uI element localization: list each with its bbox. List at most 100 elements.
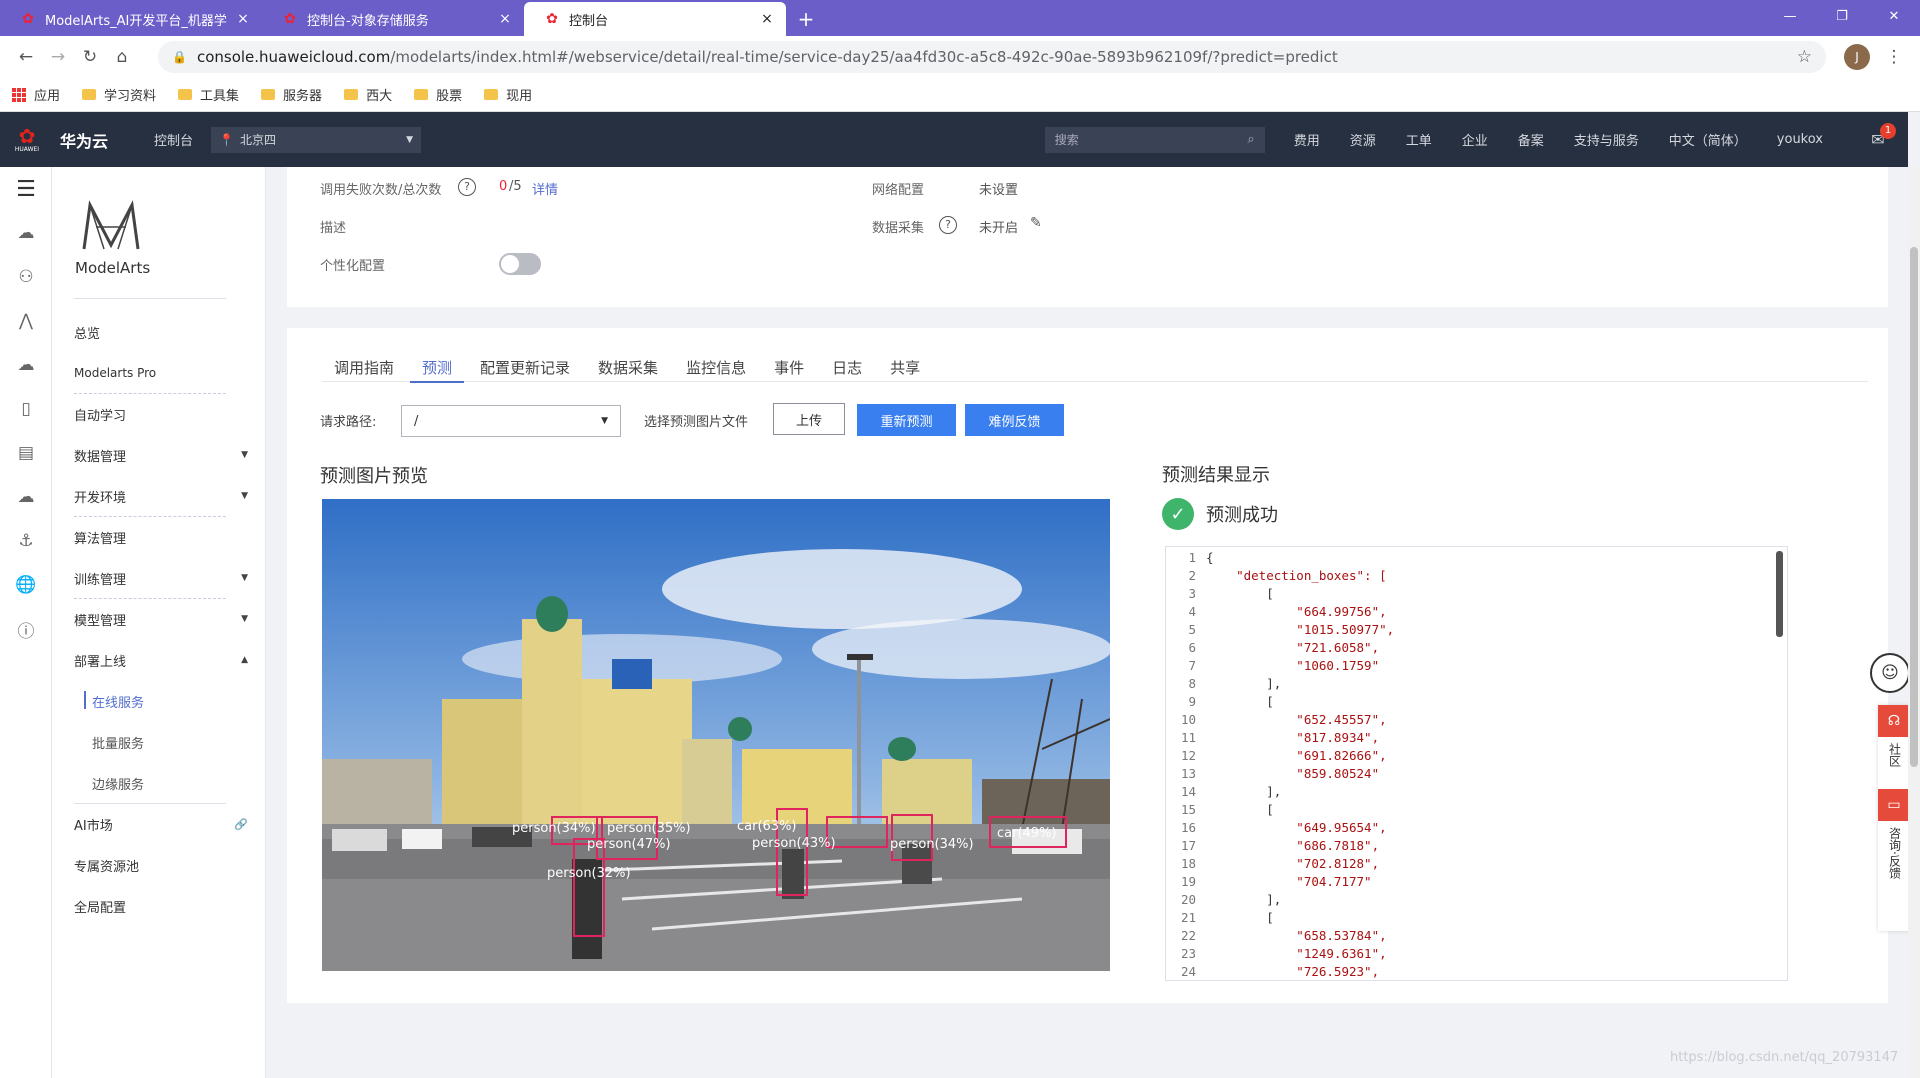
back-icon[interactable]: ← — [10, 41, 42, 73]
help-icon[interactable]: ? — [458, 178, 476, 196]
float-contact-panel: ☊ 社区 ▭ 咨询·反馈 — [1878, 705, 1910, 931]
browser-menu-icon[interactable]: ⋮ — [1878, 41, 1910, 73]
sidebar-item-batch-service[interactable]: 批量服务 — [92, 722, 272, 762]
sidebar-item-modelarts-pro[interactable]: Modelarts Pro — [74, 353, 254, 393]
search-icon[interactable]: ⌕ — [1247, 132, 1254, 147]
bookmark-folder[interactable]: 股票 — [414, 85, 462, 104]
community-button[interactable]: ☊ 社区 — [1878, 705, 1910, 789]
ip-icon[interactable]: ⓘ — [0, 607, 52, 651]
nav-language[interactable]: 中文（简体） — [1669, 130, 1747, 149]
account-avatar[interactable]: J — [1844, 44, 1870, 70]
nav-support[interactable]: 支持与服务 — [1574, 130, 1639, 149]
street-scene-image: person(34%) person(35%) person(47%) pers… — [322, 499, 1110, 971]
tab-title: 控制台-对象存储服务 — [307, 13, 429, 29]
sidebar-item-models[interactable]: 模型管理 ▼ — [74, 599, 254, 639]
line-number: 11 — [1180, 730, 1196, 745]
choose-file-label: 选择预测图片文件 — [644, 415, 749, 430]
page-scrollbar[interactable] — [1908, 167, 1920, 1078]
close-tab-icon[interactable]: × — [234, 11, 252, 27]
new-tab-button[interactable]: + — [786, 2, 826, 36]
code-scrollbar[interactable] — [1776, 551, 1783, 637]
bookmark-apps[interactable]: 应用 — [12, 85, 60, 104]
sidebar-item-auto-learning[interactable]: 自动学习 — [74, 394, 254, 434]
tab-guide[interactable]: 调用指南 — [322, 352, 406, 382]
request-path-select[interactable]: / ▼ — [401, 405, 621, 437]
modelarts-icon[interactable]: ⋀ — [0, 299, 52, 343]
upload-button[interactable]: 上传 — [773, 403, 845, 435]
close-tab-icon[interactable]: × — [758, 11, 776, 27]
tab-share[interactable]: 共享 — [878, 352, 932, 382]
browser-tab-console[interactable]: ✿ 控制台 × — [524, 2, 786, 36]
url-field[interactable]: 🔒 console.huaweicloud.com/modelarts/inde… — [158, 41, 1826, 73]
window-controls: — ❐ ✕ — [1764, 0, 1920, 32]
cloud-upload-icon[interactable]: ☁ — [0, 475, 52, 519]
bookmark-star-icon[interactable]: ☆ — [1797, 47, 1812, 67]
sidebar-item-online-service[interactable]: 在线服务 — [92, 681, 272, 721]
repredict-button[interactable]: 重新预测 — [857, 404, 956, 436]
sidebar-item-deploy[interactable]: 部署上线 ▲ — [74, 640, 254, 680]
bookmark-folder[interactable]: 工具集 — [178, 85, 239, 104]
reload-icon[interactable]: ↻ — [74, 41, 106, 73]
bookmark-folder[interactable]: 学习资料 — [82, 85, 156, 104]
bookmark-folder[interactable]: 西大 — [344, 85, 392, 104]
bookmark-folder[interactable]: 服务器 — [261, 85, 322, 104]
description-label: 描述 — [320, 221, 347, 236]
anchor-icon[interactable]: ⚓ — [0, 519, 52, 563]
detail-link[interactable]: 详情 — [532, 179, 558, 198]
cluster-icon[interactable]: ⚇ — [0, 255, 52, 299]
nav-resources[interactable]: 资源 — [1350, 130, 1376, 149]
sidebar-item-ai-market[interactable]: AI市场 🔗 — [74, 804, 254, 844]
sidebar-item-data-management[interactable]: 数据管理 ▼ — [74, 435, 254, 475]
document-icon[interactable]: ▤ — [0, 431, 52, 475]
detail-tabs: 调用指南 预测 配置更新记录 数据采集 监控信息 事件 日志 共享 — [322, 352, 1868, 383]
tab-monitoring[interactable]: 监控信息 — [674, 352, 758, 382]
forward-icon[interactable]: → — [42, 41, 74, 73]
storage-icon[interactable]: ▯ — [0, 387, 52, 431]
sidebar-item-resource-pool[interactable]: 专属资源池 — [74, 845, 254, 885]
sidebar-item-training[interactable]: 训练管理 ▼ — [74, 558, 254, 598]
nav-filing[interactable]: 备案 — [1518, 130, 1544, 149]
fail-count-label: 调用失败次数/总次数 — [320, 183, 442, 198]
hamburger-menu-icon[interactable]: ☰ — [0, 167, 52, 211]
tab-config-history[interactable]: 配置更新记录 — [468, 352, 582, 382]
minimize-icon[interactable]: — — [1764, 0, 1816, 32]
tab-predict[interactable]: 预测 — [410, 352, 465, 383]
tab-events[interactable]: 事件 — [762, 352, 816, 382]
close-window-icon[interactable]: ✕ — [1868, 0, 1920, 32]
close-tab-icon[interactable]: × — [496, 11, 514, 27]
region-selector[interactable]: 📍 北京四 ▼ — [211, 126, 422, 153]
consult-feedback-button[interactable]: ▭ 咨询·反馈 — [1878, 789, 1910, 931]
nav-tickets[interactable]: 工单 — [1406, 130, 1432, 149]
help-icon[interactable]: ? — [939, 216, 957, 234]
browser-tab-modelarts[interactable]: ✿ ModelArts_AI开发平台_机器学 × — [0, 2, 262, 36]
restore-icon[interactable]: ❐ — [1816, 0, 1868, 32]
line-number: 23 — [1180, 946, 1196, 961]
assistant-robot-icon[interactable]: ☺ — [1870, 653, 1910, 693]
sidebar-item-edge-service[interactable]: 边缘服务 — [92, 763, 272, 803]
hard-example-feedback-button[interactable]: 难例反馈 — [965, 404, 1064, 436]
console-link[interactable]: 控制台 — [154, 130, 193, 149]
browser-tab-obs[interactable]: ✿ 控制台-对象存储服务 × — [262, 2, 524, 36]
message-button[interactable]: ✉ 1 — [1858, 122, 1898, 155]
huawei-logo[interactable]: ✿ HUAWEI — [4, 112, 50, 167]
cloud-service-icon[interactable]: ☁ — [0, 343, 52, 387]
personal-config-toggle[interactable] — [499, 253, 541, 275]
cloud-icon[interactable]: ☁ — [0, 211, 52, 255]
brand-name[interactable]: 华为云 — [60, 128, 108, 152]
sidebar-item-global-config[interactable]: 全局配置 — [74, 886, 254, 926]
nav-billing[interactable]: 费用 — [1294, 130, 1320, 149]
tab-data-collect[interactable]: 数据采集 — [586, 352, 670, 382]
edit-icon[interactable]: ✎ — [1030, 215, 1042, 231]
code-text: "686.7818", — [1206, 838, 1380, 853]
sidebar-item-dev-env[interactable]: 开发环境 ▼ — [74, 476, 254, 516]
header-search-input[interactable]: 搜索 ⌕ — [1044, 126, 1265, 153]
globe-icon[interactable]: 🌐 — [0, 563, 52, 607]
nav-user[interactable]: youkox — [1777, 132, 1823, 147]
sidebar-item-algorithm[interactable]: 算法管理 — [74, 517, 254, 557]
bookmark-folder[interactable]: 现用 — [484, 85, 532, 104]
prediction-result-json[interactable]: 1{2 "detection_boxes": [3 [4 "664.99756"… — [1165, 546, 1788, 981]
home-icon[interactable]: ⌂ — [106, 41, 138, 73]
tab-logs[interactable]: 日志 — [820, 352, 874, 382]
sidebar-item-overview[interactable]: 总览 — [74, 312, 254, 352]
nav-enterprise[interactable]: 企业 — [1462, 130, 1488, 149]
